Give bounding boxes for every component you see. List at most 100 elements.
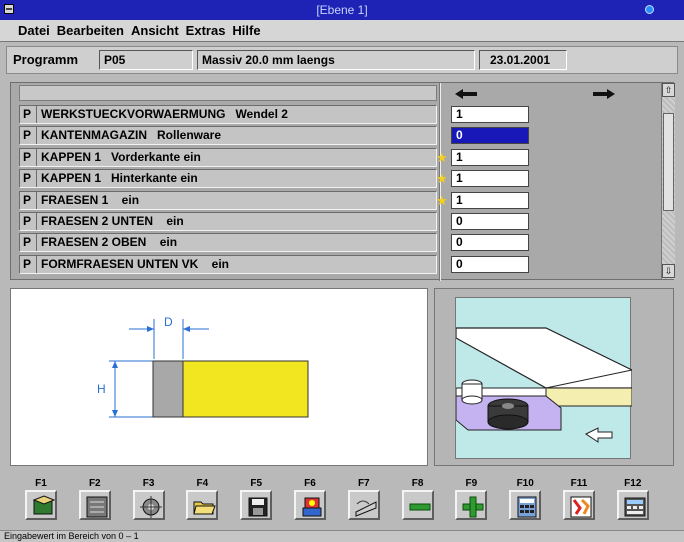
- fkey-f2[interactable]: F2: [70, 478, 120, 520]
- operation-row[interactable]: P FRAESEN 2 UNTEN ein: [19, 212, 437, 231]
- scroll-down-icon[interactable]: ⇩: [662, 264, 675, 278]
- operation-value-field[interactable]: 0: [451, 127, 529, 145]
- fkey-f7[interactable]: F7: [339, 478, 389, 520]
- operation-row[interactable]: P FRAESEN 2 OBEN ein: [19, 233, 437, 253]
- fkey-label: F4: [196, 478, 209, 489]
- operation-value-field[interactable]: 1: [451, 148, 529, 166]
- menu-extras[interactable]: Extras: [186, 23, 226, 38]
- fkey-button[interactable]: [186, 490, 219, 520]
- fkey-label: F8: [411, 478, 424, 489]
- fkey-button[interactable]: [78, 490, 111, 520]
- operation-value-field[interactable]: 1: [451, 191, 529, 209]
- calculator-icon: [517, 496, 537, 518]
- fkey-button[interactable]: [347, 490, 380, 520]
- operation-value-field[interactable]: 0: [451, 255, 529, 273]
- edge-profile-drawing: D H: [10, 288, 428, 466]
- program-code-field[interactable]: P05: [99, 50, 193, 70]
- fkey-f4[interactable]: F4: [177, 478, 227, 520]
- operation-row[interactable]: P KAPPEN 1 Hinterkante ein: [19, 169, 437, 189]
- system-menu-icon[interactable]: [4, 4, 14, 14]
- operation-row[interactable]: P KANTENMAGAZIN Rollenware: [19, 126, 437, 146]
- edge-icon: [355, 500, 377, 517]
- window-title: [Ebene 1]: [316, 3, 368, 17]
- operation-row[interactable]: P KAPPEN 1 Vorderkante ein: [19, 147, 437, 167]
- operation-value-field[interactable]: 0: [451, 213, 529, 230]
- fkey-label: F12: [624, 478, 642, 489]
- arrow-right-icon[interactable]: [593, 89, 615, 99]
- scroll-thumb[interactable]: [663, 113, 674, 211]
- operation-tag: P: [23, 214, 32, 228]
- fkey-label: F10: [516, 478, 534, 489]
- operation-row[interactable]: P FRAESEN 1 ein: [19, 190, 437, 210]
- warning-icon: [570, 496, 592, 518]
- operation-tag: P: [23, 149, 32, 164]
- fkey-button[interactable]: [240, 490, 273, 520]
- minimize-icon[interactable]: [645, 5, 654, 14]
- dim-d-label: D: [164, 315, 173, 329]
- operation-row[interactable]: P FORMFRAESEN UNTEN VK ein: [19, 254, 437, 274]
- book-icon: [32, 495, 56, 515]
- operation-tag: P: [23, 107, 32, 121]
- menu-hilfe[interactable]: Hilfe: [232, 23, 260, 38]
- operation-value-field[interactable]: 1: [451, 106, 529, 123]
- fkey-f9[interactable]: F9: [446, 478, 496, 520]
- fkey-button[interactable]: [294, 490, 326, 520]
- fkey-f5[interactable]: F5: [231, 478, 281, 520]
- fkey-f11[interactable]: F11: [554, 478, 604, 520]
- gear-icon: [139, 496, 162, 518]
- fkey-button[interactable]: [509, 490, 542, 520]
- fkey-f8[interactable]: F8: [393, 478, 443, 520]
- star-icon: ★: [436, 192, 448, 208]
- list-header: [19, 85, 437, 101]
- fkey-button[interactable]: [132, 490, 165, 520]
- menu-ansicht[interactable]: Ansicht: [131, 23, 179, 38]
- operation-name: KAPPEN 1 Vorderkante ein: [36, 148, 201, 166]
- save-icon: [248, 497, 268, 517]
- operation-value-field[interactable]: 1: [451, 170, 529, 188]
- operation-name: FORMFRAESEN UNTEN VK ein: [36, 255, 229, 273]
- fkey-button[interactable]: [401, 490, 434, 520]
- program-date-field[interactable]: 23.01.2001: [479, 50, 567, 70]
- scroll-up-icon[interactable]: ⇧: [662, 83, 675, 97]
- fkey-label: F3: [142, 478, 155, 489]
- status-bar: Eingabewert im Bereich von 0 – 1: [0, 530, 684, 542]
- program-bar: Programm P05 Massiv 20.0 mm laengs 23.01…: [6, 46, 678, 74]
- fkey-button[interactable]: [563, 490, 595, 520]
- program-label: Programm: [13, 52, 79, 67]
- fkey-label: F11: [570, 478, 588, 489]
- fkey-f1[interactable]: F1: [16, 478, 66, 520]
- star-icon: ★: [436, 149, 448, 165]
- operation-tag: P: [23, 171, 32, 186]
- menu-bearbeiten[interactable]: Bearbeiten: [57, 23, 124, 38]
- status-text: Eingabewert im Bereich von 0 – 1: [4, 531, 139, 541]
- machine-illustration: [455, 297, 633, 459]
- vertical-scrollbar[interactable]: ⇧ ⇩: [661, 83, 675, 279]
- profile-diagram: D H: [97, 315, 309, 418]
- fkey-f6[interactable]: F6: [285, 478, 335, 520]
- menu-datei[interactable]: Datei: [18, 23, 50, 38]
- operation-value-field[interactable]: 0: [451, 234, 529, 252]
- fkey-label: F1: [35, 478, 47, 489]
- folder-open-icon: [193, 501, 217, 515]
- fkey-label: F5: [250, 478, 263, 489]
- operation-tag: P: [23, 192, 32, 207]
- fkey-button[interactable]: [616, 490, 649, 520]
- machine-icon: [86, 496, 108, 518]
- fkey-button[interactable]: [25, 490, 57, 520]
- fkey-f3[interactable]: F3: [124, 478, 174, 520]
- function-key-bar: F1 F2 F3 F4 F5 F6 F7 F8 F9 F10 F11 F12: [16, 478, 678, 530]
- fkey-f12[interactable]: F12: [608, 478, 658, 520]
- operation-name: FRAESEN 2 UNTEN ein: [36, 213, 184, 230]
- dim-h-label: H: [97, 382, 106, 396]
- operation-tag: P: [23, 256, 32, 271]
- fkey-button[interactable]: [455, 490, 488, 520]
- program-description-field[interactable]: Massiv 20.0 mm laengs: [197, 50, 475, 70]
- title-bar: [Ebene 1]: [0, 0, 684, 20]
- fkey-label: F6: [304, 478, 316, 489]
- operation-tag: P: [23, 128, 32, 143]
- minus-icon: [409, 503, 431, 511]
- arrow-left-icon[interactable]: [455, 89, 477, 99]
- fkey-f10[interactable]: F10: [500, 478, 550, 520]
- menu-bar: Datei Bearbeiten Ansicht Extras Hilfe: [0, 20, 684, 42]
- operation-row[interactable]: P WERKSTUECKVORWAERMUNG Wendel 2: [19, 105, 437, 124]
